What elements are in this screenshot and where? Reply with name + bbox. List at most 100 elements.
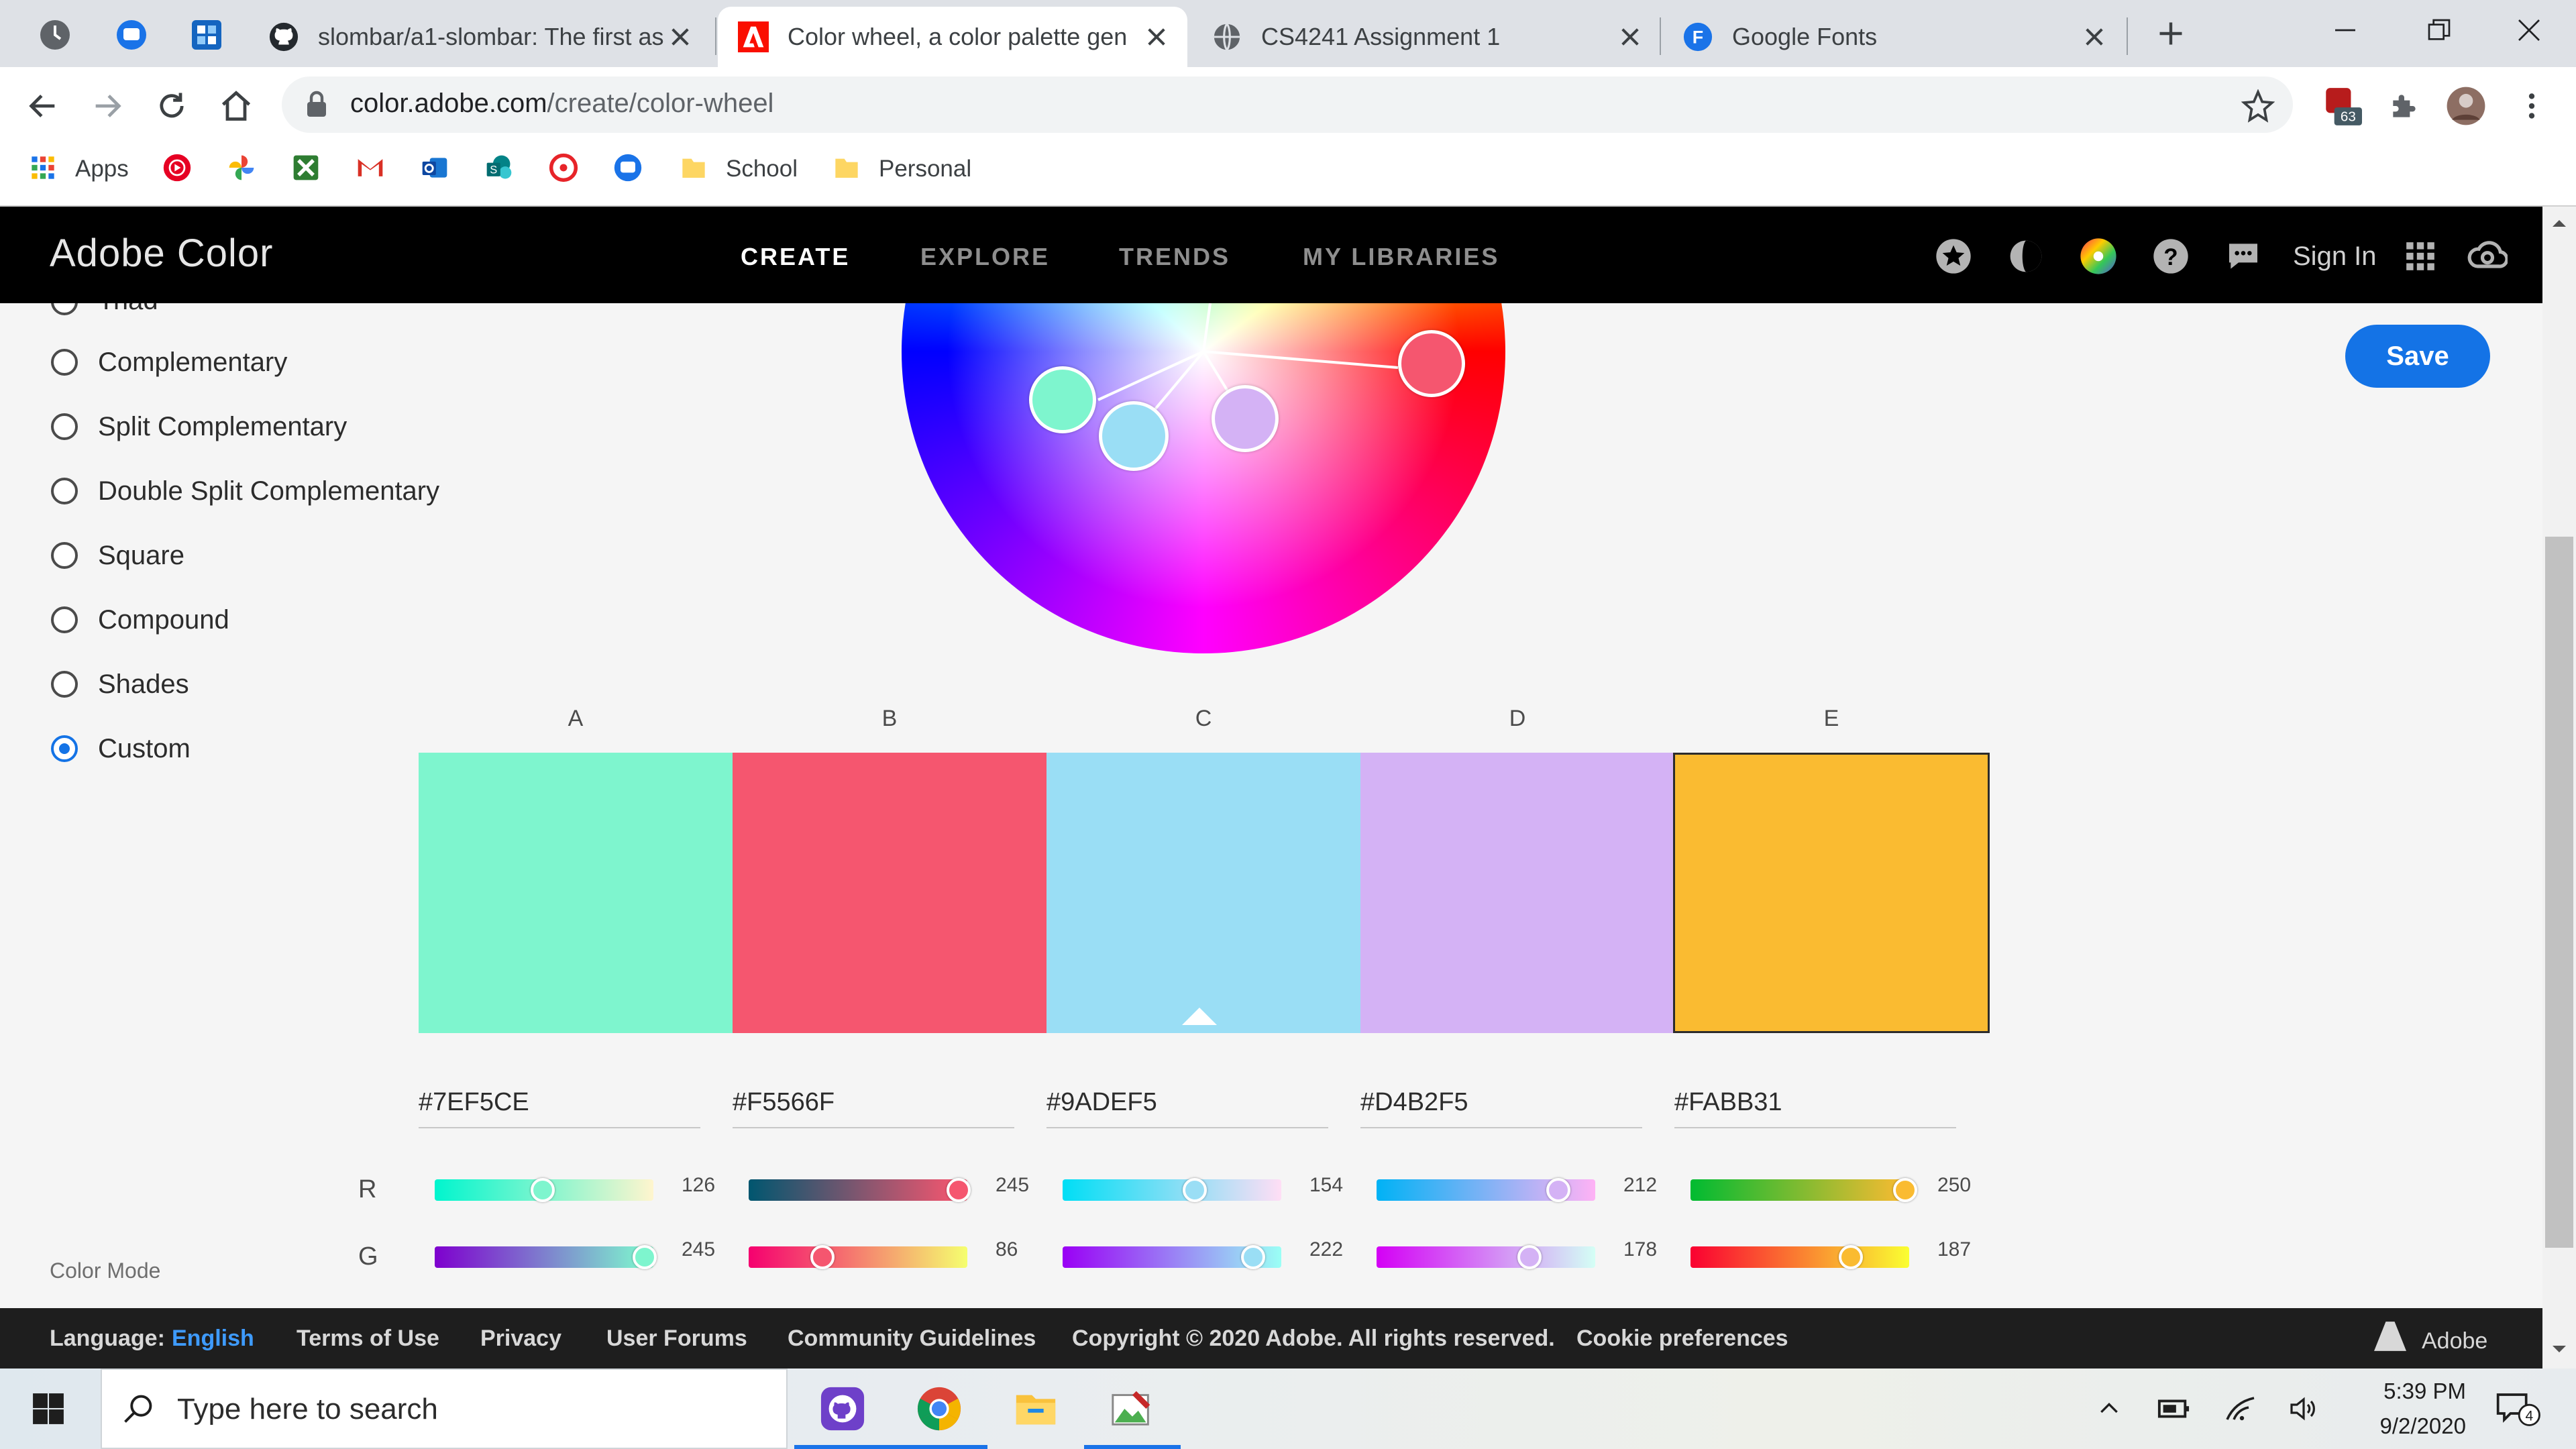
radio-compound[interactable]	[51, 606, 78, 633]
sign-in-link[interactable]: Sign In	[2293, 241, 2377, 272]
hex-input-a[interactable]: #7EF5CE	[419, 1088, 700, 1128]
contrast-icon[interactable]	[2006, 236, 2046, 276]
taskbar-clock[interactable]: 5:39 PM 9/2/2020	[2345, 1374, 2466, 1444]
notifications-icon[interactable]: 4	[2490, 1387, 2546, 1430]
scrollbar-thumb[interactable]	[2545, 537, 2573, 1248]
wheel-handle-b[interactable]	[1398, 330, 1465, 397]
radio-shades[interactable]	[51, 671, 78, 698]
nav-explore[interactable]: EXPLORE	[920, 243, 1050, 271]
slider-g-d[interactable]	[1377, 1246, 1595, 1268]
folder-icon[interactable]	[830, 152, 863, 184]
sharepoint-icon[interactable]: S	[483, 152, 515, 184]
taskbar-github-desktop-icon[interactable]	[794, 1368, 891, 1449]
swatch-b[interactable]	[733, 753, 1046, 1033]
nav-create[interactable]: CREATE	[741, 243, 850, 271]
rule-label-compound[interactable]: Compound	[98, 605, 229, 635]
browser-tab[interactable]: slombar/a1-slombar: The first as	[248, 7, 711, 67]
radio-custom[interactable]	[51, 735, 78, 762]
browser-tab[interactable]: F Google Fonts	[1662, 7, 2125, 67]
feedback-chat-icon[interactable]	[2223, 236, 2263, 276]
url-text[interactable]: color.adobe.com/create/color-wheel	[350, 89, 773, 119]
apps-grid-icon[interactable]	[27, 152, 59, 184]
slider-knob-g-d[interactable]	[1517, 1245, 1542, 1269]
slider-knob-g-b[interactable]	[810, 1245, 835, 1269]
hex-input-b[interactable]: #F5566F	[733, 1088, 1014, 1128]
swatch-c[interactable]	[1046, 753, 1360, 1033]
slider-knob-r-c[interactable]	[1182, 1178, 1207, 1202]
slider-r-c[interactable]	[1063, 1179, 1281, 1201]
slider-knob-r-b[interactable]	[947, 1178, 971, 1202]
nav-trends[interactable]: TRENDS	[1119, 243, 1230, 271]
extensions-puzzle-icon[interactable]	[2380, 82, 2428, 130]
rule-label-split-complementary[interactable]: Split Complementary	[98, 412, 347, 442]
bookmark-personal[interactable]: Personal	[879, 152, 971, 186]
lock-icon[interactable]	[303, 89, 330, 118]
adobe-color-logo[interactable]: Adobe Color	[50, 231, 273, 276]
slider-g-b[interactable]	[749, 1246, 967, 1268]
taskbar-paint-icon[interactable]	[1084, 1368, 1181, 1449]
slider-knob-r-a[interactable]	[531, 1178, 555, 1202]
radio-split-complementary[interactable]	[51, 413, 78, 440]
home-icon[interactable]	[212, 82, 260, 130]
pinned-tab-chat-icon[interactable]	[107, 11, 156, 59]
wheel-handle-d[interactable]	[1212, 385, 1279, 452]
rule-label-double-split-complementary[interactable]: Double Split Complementary	[98, 476, 439, 506]
new-tab-plus-icon[interactable]	[2147, 9, 2195, 58]
footer-link-privacy[interactable]: Privacy	[480, 1326, 561, 1352]
forward-arrow-icon[interactable]	[83, 82, 131, 130]
profile-avatar[interactable]	[2442, 82, 2490, 130]
taskbar-search-placeholder[interactable]: Type here to search	[177, 1393, 438, 1426]
slider-g-e[interactable]	[1690, 1246, 1909, 1268]
taskbar-file-explorer-icon[interactable]	[987, 1368, 1084, 1449]
wheel-handle-c[interactable]	[1099, 401, 1169, 471]
color-wheel-icon[interactable]	[2078, 236, 2118, 276]
battery-icon[interactable]	[2152, 1387, 2195, 1430]
outlook-icon[interactable]	[419, 152, 451, 184]
minimize-window-icon[interactable]	[2298, 0, 2392, 60]
slider-g-a[interactable]	[435, 1246, 653, 1268]
app-switcher-grid-icon[interactable]	[2400, 236, 2440, 276]
radio-triad[interactable]	[51, 303, 78, 315]
close-tab-icon[interactable]	[1143, 23, 1170, 50]
folder-icon[interactable]	[678, 152, 710, 184]
bookmark-school[interactable]: School	[726, 152, 798, 186]
youtube-music-icon[interactable]	[161, 152, 193, 184]
browser-tab[interactable]: CS4241 Assignment 1	[1191, 7, 1661, 67]
slider-knob-r-d[interactable]	[1546, 1178, 1571, 1202]
scroll-up-arrow-icon[interactable]	[2549, 213, 2569, 233]
color-wheel[interactable]	[902, 303, 1505, 653]
slider-knob-r-e[interactable]	[1892, 1178, 1917, 1202]
nav-my-libraries[interactable]: MY LIBRARIES	[1303, 243, 1499, 271]
windows-start-icon[interactable]	[0, 1368, 97, 1449]
extension-badge-icon[interactable]: 63	[2317, 82, 2365, 130]
puzzle-x-icon[interactable]	[290, 152, 322, 184]
save-button[interactable]: Save	[2345, 325, 2490, 388]
pinwheel-icon[interactable]	[225, 152, 258, 184]
slider-r-b[interactable]	[749, 1179, 967, 1201]
slider-r-e[interactable]	[1690, 1179, 1909, 1201]
slider-knob-g-a[interactable]	[633, 1245, 657, 1269]
close-tab-icon[interactable]	[2081, 23, 2108, 50]
restore-window-icon[interactable]	[2392, 0, 2486, 60]
swatch-a[interactable]	[419, 753, 733, 1033]
browser-tab-active[interactable]: Color wheel, a color palette gen	[718, 7, 1187, 67]
hex-input-c[interactable]: #9ADEF5	[1046, 1088, 1328, 1128]
footer-link-terms[interactable]: Terms of Use	[297, 1326, 439, 1352]
back-arrow-icon[interactable]	[19, 82, 67, 130]
rule-label-square[interactable]: Square	[98, 541, 184, 571]
canvas-icon[interactable]	[547, 152, 580, 184]
pinned-tab-app-icon[interactable]	[182, 11, 231, 59]
close-window-icon[interactable]	[2482, 0, 2576, 60]
footer-link-community-guidelines[interactable]: Community Guidelines	[788, 1326, 1036, 1352]
hex-input-e[interactable]: #FABB31	[1674, 1088, 1956, 1128]
swatch-d[interactable]	[1360, 753, 1674, 1033]
rule-label-custom[interactable]: Custom	[98, 734, 191, 764]
help-icon[interactable]: ?	[2151, 236, 2191, 276]
chat-bubble-icon[interactable]	[612, 152, 644, 184]
swatch-e-selected[interactable]	[1673, 753, 1990, 1033]
radio-double-split-complementary[interactable]	[51, 478, 78, 504]
radio-square[interactable]	[51, 542, 78, 569]
close-tab-icon[interactable]	[1617, 23, 1644, 50]
footer-link-user-forums[interactable]: User Forums	[606, 1326, 747, 1352]
harmony-rule-partial[interactable]: Triad	[47, 303, 168, 318]
